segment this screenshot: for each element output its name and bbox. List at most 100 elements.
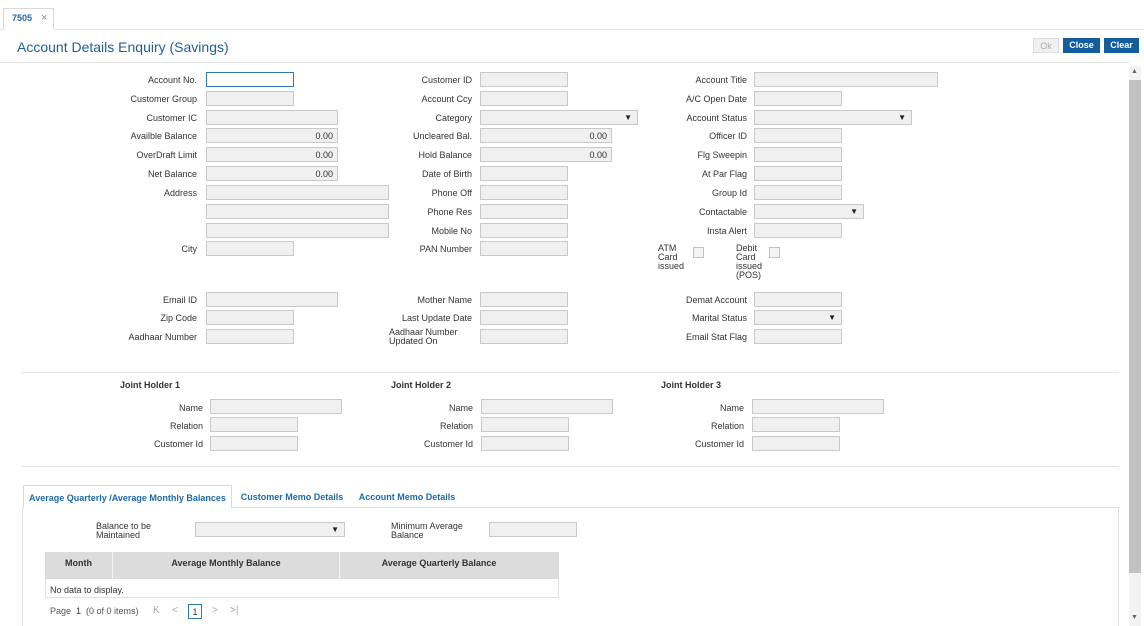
jh2-relation-input[interactable] xyxy=(481,417,569,432)
address-line1-input[interactable] xyxy=(206,185,389,200)
overdraft-limit-input[interactable]: 0.00 xyxy=(206,147,338,162)
aadhaar-updated-on-input[interactable] xyxy=(480,329,568,344)
flg-sweepin-input[interactable] xyxy=(754,147,842,162)
section-divider xyxy=(22,372,1119,373)
jh1-name-input[interactable] xyxy=(210,399,342,414)
clear-button[interactable]: Clear xyxy=(1104,38,1139,53)
officer-id-input[interactable] xyxy=(754,128,842,143)
phone-off-input[interactable] xyxy=(480,185,568,200)
balance-to-be-maintained-select[interactable]: ▼ xyxy=(195,522,345,537)
pager-page-number: 1 xyxy=(76,606,82,616)
minimum-average-balance-input[interactable] xyxy=(489,522,577,537)
at-par-flag-input[interactable] xyxy=(754,166,842,181)
insta-alert-input[interactable] xyxy=(754,223,842,238)
close-button[interactable]: Close xyxy=(1063,38,1100,53)
customer-ic-input[interactable] xyxy=(206,110,338,125)
jh1-name-label: Name xyxy=(178,403,203,413)
available-balance-input[interactable]: 0.00 xyxy=(206,128,338,143)
scroll-down-icon[interactable]: ▼ xyxy=(1131,614,1138,621)
account-ccy-input[interactable] xyxy=(480,91,568,106)
phone-off-label: Phone Off xyxy=(431,188,472,198)
chevron-down-icon: ▼ xyxy=(331,525,339,534)
tab-account-memo-details[interactable]: Account Memo Details xyxy=(355,485,459,508)
contactable-label: Contactable xyxy=(698,207,747,217)
next-page-icon[interactable]: > xyxy=(212,605,218,616)
pager-page-label: Page xyxy=(50,606,72,616)
jh2-relation-label: Relation xyxy=(439,421,473,431)
account-no-label: Account No. xyxy=(147,75,197,85)
customer-group-input[interactable] xyxy=(206,91,294,106)
jh1-relation-input[interactable] xyxy=(210,417,298,432)
account-title-input[interactable] xyxy=(754,72,938,87)
officer-id-label: Officer ID xyxy=(709,131,747,141)
date-of-birth-input[interactable] xyxy=(480,166,568,181)
ok-button[interactable]: Ok xyxy=(1033,38,1059,53)
pan-number-input[interactable] xyxy=(480,241,568,256)
mother-name-input[interactable] xyxy=(480,292,568,307)
email-stat-flag-input[interactable] xyxy=(754,329,842,344)
current-page-button[interactable]: 1 xyxy=(188,604,202,619)
ac-open-date-input[interactable] xyxy=(754,91,842,106)
grid-col-avg-monthly[interactable]: Average Monthly Balance xyxy=(113,552,339,579)
hold-balance-input[interactable]: 0.00 xyxy=(480,147,612,162)
available-balance-label: Availble Balance xyxy=(130,131,197,141)
jh3-name-input[interactable] xyxy=(752,399,884,414)
email-id-input[interactable] xyxy=(206,292,338,307)
chevron-down-icon: ▼ xyxy=(624,113,632,122)
customer-id-input[interactable] xyxy=(480,72,568,87)
grid-col-avg-quarterly[interactable]: Average Quarterly Balance xyxy=(340,552,538,579)
uncleared-bal-input[interactable]: 0.00 xyxy=(480,128,612,143)
at-par-flag-label: At Par Flag xyxy=(701,169,747,179)
scrollbar-thumb[interactable] xyxy=(1129,80,1141,573)
first-page-icon[interactable]: K xyxy=(153,605,160,616)
aadhaar-number-input[interactable] xyxy=(206,329,294,344)
close-tab-icon[interactable]: × xyxy=(41,12,47,24)
chevron-down-icon: ▼ xyxy=(898,113,906,122)
header-divider xyxy=(0,62,1129,63)
grid-col-month[interactable]: Month xyxy=(45,552,112,579)
address-line2-input[interactable] xyxy=(206,204,389,219)
email-stat-flag-label: Email Stat Flag xyxy=(685,332,747,342)
zip-code-label: Zip Code xyxy=(160,313,197,323)
phone-res-label: Phone Res xyxy=(427,207,472,217)
jh2-name-input[interactable] xyxy=(481,399,613,414)
city-label: City xyxy=(181,244,198,254)
date-of-birth-label: Date of Birth xyxy=(421,169,472,179)
contactable-select[interactable]: ▼ xyxy=(754,204,864,219)
phone-res-input[interactable] xyxy=(480,204,568,219)
city-input[interactable] xyxy=(206,241,294,256)
category-select[interactable]: ▼ xyxy=(480,110,638,125)
debit-card-issued-checkbox[interactable] xyxy=(769,247,780,258)
account-no-input[interactable] xyxy=(206,72,294,87)
atm-card-issued-checkbox[interactable] xyxy=(693,247,704,258)
joint-holder-3-title: Joint Holder 3 xyxy=(661,380,722,390)
chevron-down-icon: ▼ xyxy=(850,207,858,216)
net-balance-input[interactable]: 0.00 xyxy=(206,166,338,181)
jh1-customer-id-input[interactable] xyxy=(210,436,298,451)
jh2-customer-id-input[interactable] xyxy=(481,436,569,451)
debit-card-issued-label: Debit Card issued (POS) xyxy=(736,243,763,280)
scroll-up-icon[interactable]: ▲ xyxy=(1131,68,1138,75)
uncleared-bal-label: Uncleared Bal. xyxy=(412,131,472,141)
tab-customer-memo-details[interactable]: Customer Memo Details xyxy=(236,485,348,508)
group-id-input[interactable] xyxy=(754,185,842,200)
account-title-label: Account Title xyxy=(695,75,747,85)
overdraft-limit-label: OverDraft Limit xyxy=(136,150,197,160)
demat-account-label: Demat Account xyxy=(685,295,747,305)
prev-page-icon[interactable]: < xyxy=(172,605,178,616)
mobile-no-input[interactable] xyxy=(480,223,568,238)
jh1-relation-label: Relation xyxy=(169,421,203,431)
joint-holder-2-title: Joint Holder 2 xyxy=(391,380,452,390)
tab-average-balances[interactable]: Average Quarterly /Average Monthly Balan… xyxy=(23,485,232,508)
grid-empty-message: No data to display. xyxy=(50,585,124,595)
jh3-relation-input[interactable] xyxy=(752,417,840,432)
account-status-select[interactable]: ▼ xyxy=(754,110,912,125)
address-line3-input[interactable] xyxy=(206,223,389,238)
jh3-customer-id-input[interactable] xyxy=(752,436,840,451)
zip-code-input[interactable] xyxy=(206,310,294,325)
last-update-date-input[interactable] xyxy=(480,310,568,325)
marital-status-select[interactable]: ▼ xyxy=(754,310,842,325)
tab-7505[interactable]: 7505 × xyxy=(3,8,54,30)
demat-account-input[interactable] xyxy=(754,292,842,307)
last-page-icon[interactable]: >| xyxy=(230,605,238,616)
